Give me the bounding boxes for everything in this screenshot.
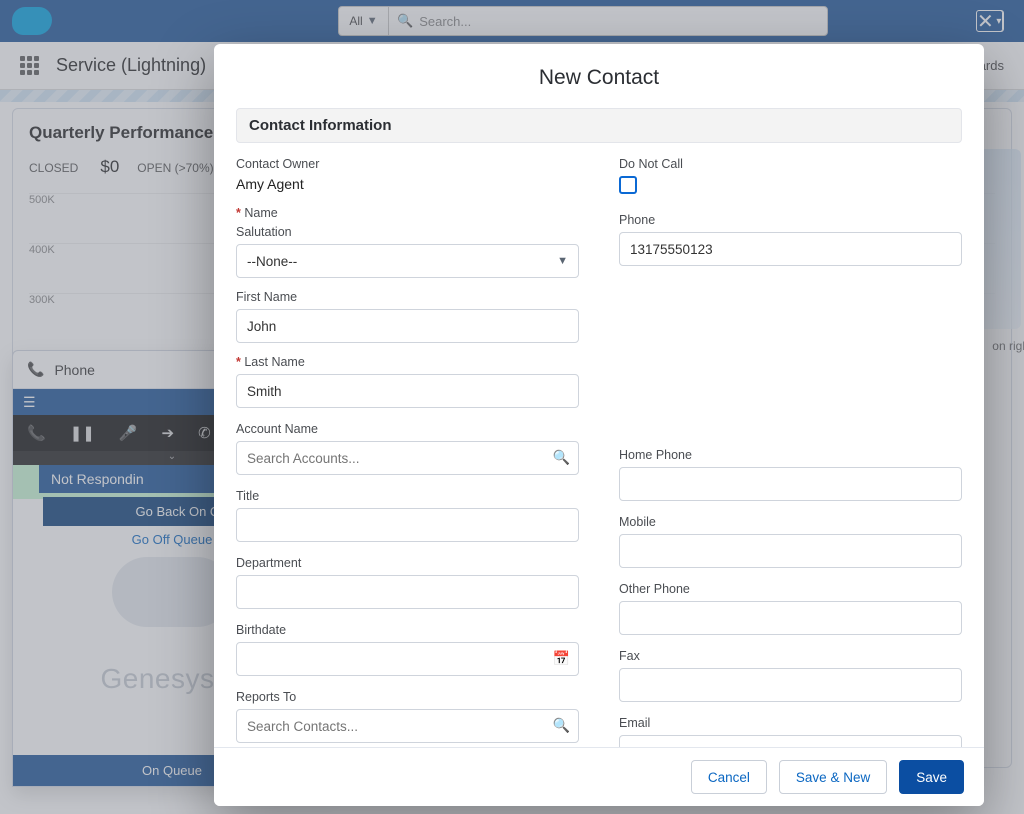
label-mobile: Mobile — [619, 515, 962, 529]
first-name-input[interactable] — [236, 309, 579, 343]
label-home-phone: Home Phone — [619, 448, 962, 462]
label-reports-to: Reports To — [236, 690, 579, 704]
salutation-select[interactable]: --None-- ▼ — [236, 244, 579, 278]
label-title: Title — [236, 489, 579, 503]
label-email: Email — [619, 716, 962, 730]
chevron-down-icon: ▼ — [557, 255, 568, 267]
salutation-value: --None-- — [247, 254, 297, 269]
account-name-lookup[interactable] — [236, 441, 579, 475]
email-input[interactable] — [619, 735, 962, 747]
save-button[interactable]: Save — [899, 760, 964, 794]
modal-title: New Contact — [214, 44, 984, 108]
title-input[interactable] — [236, 508, 579, 542]
birthdate-input[interactable] — [236, 642, 579, 676]
fax-input[interactable] — [619, 668, 962, 702]
do-not-call-checkbox[interactable] — [619, 176, 637, 194]
label-do-not-call: Do Not Call — [619, 157, 962, 171]
cancel-button[interactable]: Cancel — [691, 760, 767, 794]
label-first-name: First Name — [236, 290, 579, 304]
label-birthdate: Birthdate — [236, 623, 579, 637]
new-contact-modal: New Contact Contact Information Contact … — [214, 44, 984, 806]
department-input[interactable] — [236, 575, 579, 609]
search-icon[interactable]: 🔍 — [553, 717, 570, 734]
reports-to-lookup[interactable] — [236, 709, 579, 743]
other-phone-input[interactable] — [619, 601, 962, 635]
phone-input[interactable] — [619, 232, 962, 266]
label-fax: Fax — [619, 649, 962, 663]
calendar-icon[interactable]: 📅 — [553, 650, 570, 667]
label-salutation: Salutation — [236, 225, 579, 239]
section-contact-information: Contact Information — [236, 108, 962, 143]
last-name-input[interactable] — [236, 374, 579, 408]
label-department: Department — [236, 556, 579, 570]
search-icon[interactable]: 🔍 — [553, 449, 570, 466]
label-last-name: Last Name — [236, 355, 579, 369]
value-contact-owner: Amy Agent — [236, 176, 579, 192]
home-phone-input[interactable] — [619, 467, 962, 501]
label-name: Name — [236, 206, 579, 220]
label-phone: Phone — [619, 213, 962, 227]
label-account-name: Account Name — [236, 422, 579, 436]
save-and-new-button[interactable]: Save & New — [779, 760, 887, 794]
mobile-input[interactable] — [619, 534, 962, 568]
label-contact-owner: Contact Owner — [236, 157, 579, 171]
label-other-phone: Other Phone — [619, 582, 962, 596]
